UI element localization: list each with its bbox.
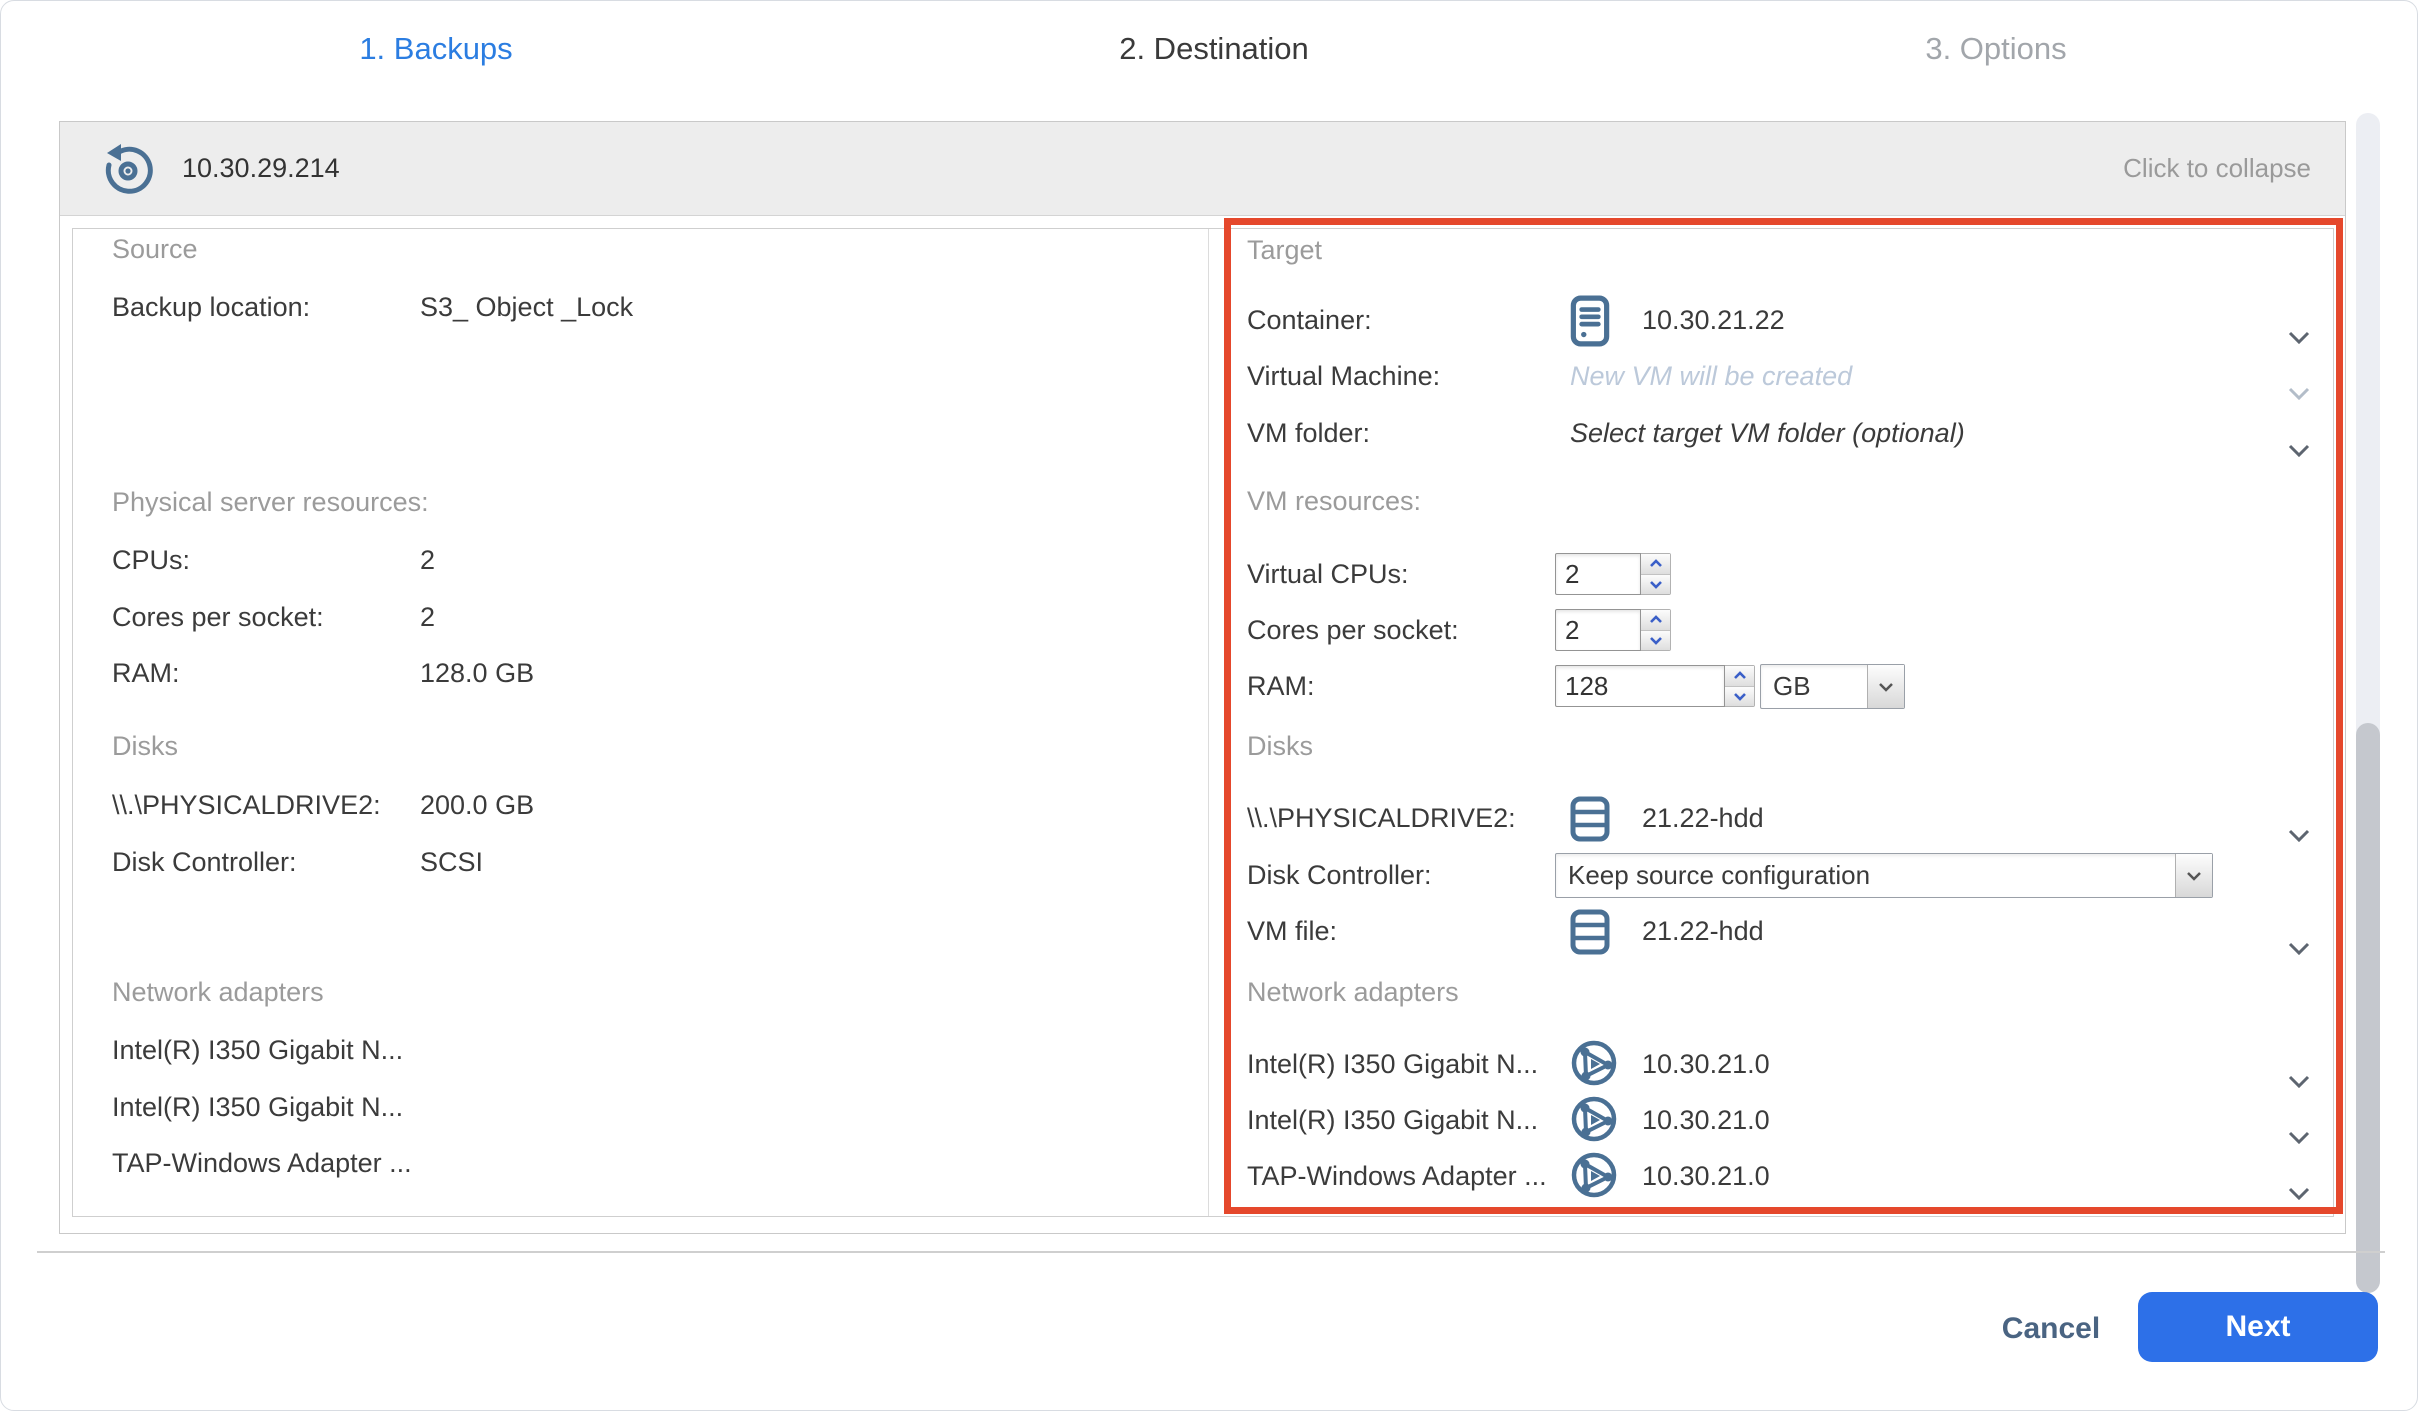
step-destination[interactable]: 2. Destination [1119,31,1309,67]
collapse-hint: Click to collapse [2123,153,2311,184]
host-address: 10.30.29.214 [182,153,340,184]
cores-stepper[interactable] [1555,609,1671,651]
vm-file-dropdown-icon[interactable] [2288,924,2310,968]
container-dropdown-icon[interactable] [2288,313,2310,357]
virtual-cpus-up-button[interactable] [1641,554,1670,575]
virtual-machine-placeholder: New VM will be created [1570,354,1852,398]
target-disk-controller-label: Disk Controller: [1247,853,1432,897]
restore-wizard: 1. Backups 2. Destination 3. Options 10.… [0,0,2418,1411]
target-disk-row[interactable]: \\.\PHYSICALDRIVE2: 21.22-hdd [60,796,2345,840]
step-options[interactable]: 3. Options [1925,31,2066,67]
target-ram-row: RAM: GB [60,664,2345,708]
target-disk-value: 21.22-hdd [1642,796,1764,840]
host-panel-body: Source Backup location: S3_ Object _Lock… [60,216,2345,1234]
vm-file-label: VM file: [1247,909,1337,953]
virtual-machine-dropdown-icon[interactable] [2288,369,2310,413]
network-icon [1570,1039,1620,1089]
disk-controller-value: Keep source configuration [1556,854,2175,897]
network-icon [1570,1095,1620,1145]
target-disk-controller-row: Disk Controller: Keep source configurati… [60,853,2345,897]
vm-resources-heading-row: VM resources: [60,479,2345,523]
restore-icon [100,141,156,197]
target-vm-folder-row[interactable]: VM folder: Select target VM folder (opti… [60,411,2345,455]
ram-stepper[interactable] [1555,665,1755,707]
disk-controller-dropdown-icon[interactable] [2175,854,2212,897]
target-adapter-3-network: 10.30.21.0 [1642,1154,1770,1198]
target-network-heading: Network adapters [1247,970,1459,1014]
target-heading-row: Target [60,228,2345,272]
network-icon [1570,1151,1620,1201]
target-cores-label: Cores per socket: [1247,608,1459,652]
ram-input[interactable] [1555,665,1725,707]
disk-icon [1570,795,1620,845]
ram-down-button[interactable] [1725,687,1754,707]
target-adapter-2-label: Intel(R) I350 Gigabit N... [1247,1098,1538,1142]
target-adapter-3-label: TAP-Windows Adapter ... [1247,1154,1547,1198]
target-adapter-1-label: Intel(R) I350 Gigabit N... [1247,1042,1538,1086]
vm-folder-dropdown-icon[interactable] [2288,426,2310,470]
step-backups[interactable]: 1. Backups [359,31,512,67]
vm-file-row[interactable]: VM file: 21.22-hdd [60,909,2345,953]
virtual-cpus-row: Virtual CPUs: [60,552,2345,596]
host-panel: 10.30.29.214 Click to collapse Source Ba… [59,121,2346,1234]
ram-up-button[interactable] [1725,666,1754,687]
vm-folder-label: VM folder: [1247,411,1370,455]
target-adapter-row[interactable]: TAP-Windows Adapter ... 10.30.21.0 [60,1154,2345,1198]
container-value: 10.30.21.22 [1642,298,1785,342]
vm-folder-placeholder: Select target VM folder (optional) [1570,411,1965,455]
target-heading: Target [1247,228,1322,272]
target-disk-dropdown-icon[interactable] [2288,811,2310,855]
target-adapter-3-dropdown-icon[interactable] [2288,1169,2310,1213]
target-adapter-row[interactable]: Intel(R) I350 Gigabit N... 10.30.21.0 [60,1042,2345,1086]
target-adapter-1-network: 10.30.21.0 [1642,1042,1770,1086]
ram-unit-value: GB [1761,665,1867,708]
ram-unit-dropdown-icon[interactable] [1867,665,1904,708]
virtual-machine-label: Virtual Machine: [1247,354,1440,398]
target-cores-row: Cores per socket: [60,608,2345,652]
ram-unit-select[interactable]: GB [1760,664,1905,709]
target-network-heading-row: Network adapters [60,970,2345,1014]
host-panel-header[interactable]: 10.30.29.214 Click to collapse [60,122,2345,216]
cores-up-button[interactable] [1641,610,1670,631]
target-adapter-1-dropdown-icon[interactable] [2288,1057,2310,1101]
virtual-cpus-stepper[interactable] [1555,553,1671,595]
virtual-cpus-label: Virtual CPUs: [1247,552,1409,596]
cores-down-button[interactable] [1641,631,1670,651]
target-container-row[interactable]: Container: 10.30.21.22 [60,298,2345,342]
vertical-scrollbar-thumb[interactable] [2356,723,2380,1293]
virtual-cpus-input[interactable] [1555,553,1641,595]
target-adapter-2-network: 10.30.21.0 [1642,1098,1770,1142]
target-disk-label: \\.\PHYSICALDRIVE2: [1247,796,1516,840]
vm-resources-heading: VM resources: [1247,479,1421,523]
virtual-cpus-down-button[interactable] [1641,575,1670,595]
vm-file-value: 21.22-hdd [1642,909,1764,953]
target-disks-heading: Disks [1247,724,1313,768]
target-disks-heading-row: Disks [60,724,2345,768]
target-adapter-row[interactable]: Intel(R) I350 Gigabit N... 10.30.21.0 [60,1098,2345,1142]
target-ram-label: RAM: [1247,664,1315,708]
cores-input[interactable] [1555,609,1641,651]
next-button[interactable]: Next [2138,1292,2378,1362]
vertical-scrollbar-track[interactable] [2356,113,2380,1293]
disk-controller-select[interactable]: Keep source configuration [1555,853,2213,898]
disk-icon [1570,908,1620,958]
footer-divider [37,1251,2385,1253]
cancel-button[interactable]: Cancel [1976,1303,2126,1353]
host-container-icon [1570,295,1620,345]
container-label: Container: [1247,298,1372,342]
target-vm-row[interactable]: Virtual Machine: New VM will be created [60,354,2345,398]
target-adapter-2-dropdown-icon[interactable] [2288,1113,2310,1157]
